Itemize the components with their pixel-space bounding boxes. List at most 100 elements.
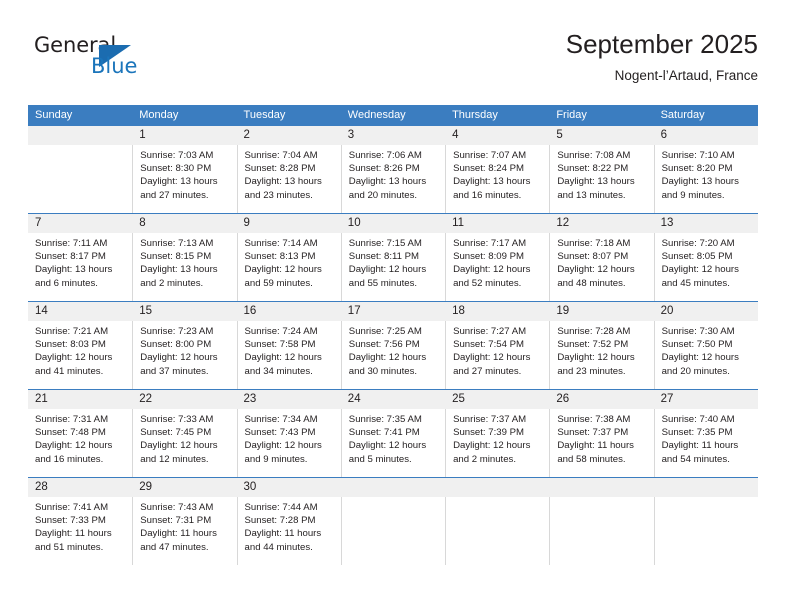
day-number: 24 (347, 393, 361, 405)
daylight-text-line2: and 20 minutes. (348, 189, 418, 201)
sunset-text: Sunset: 7:45 PM (140, 427, 212, 439)
sunrise-text: Sunrise: 7:21 AM (35, 326, 109, 337)
day-cell[interactable] (445, 497, 549, 565)
daylight-text-line1: Daylight: 11 hours (35, 528, 112, 540)
day-number: 25 (452, 393, 465, 405)
day-cell[interactable]: Sunrise: 7:03 AM Sunset: 8:30 PM Dayligh… (132, 145, 236, 213)
day-number: 7 (35, 217, 42, 229)
sunset-text: Sunset: 7:39 PM (453, 427, 524, 439)
sunrise-text: Sunrise: 7:38 AM (557, 414, 631, 425)
week-day-number-band: 7 8 9 10 11 12 13 (28, 214, 758, 233)
sunrise-text: Sunrise: 7:41 AM (35, 502, 109, 513)
sunrise-text: Sunrise: 7:11 AM (35, 238, 108, 249)
sunset-text: Sunset: 7:58 PM (244, 339, 316, 351)
day-number: 28 (35, 481, 48, 493)
daylight-text-line2: and 37 minutes. (140, 365, 209, 377)
weekday-header-tuesday: Tuesday (243, 109, 286, 121)
day-number (28, 126, 132, 145)
day-cell[interactable]: Sunrise: 7:15 AM Sunset: 8:11 PM Dayligh… (340, 233, 445, 301)
sunset-text: Sunset: 8:26 PM (348, 163, 420, 175)
daylight-text-line1: Daylight: 12 hours (244, 352, 322, 364)
day-number: 12 (556, 217, 570, 229)
daylight-text-line1: Daylight: 12 hours (140, 352, 218, 364)
day-cell[interactable]: Sunrise: 7:30 AM Sunset: 7:50 PM Dayligh… (653, 321, 758, 389)
day-cell[interactable]: Sunrise: 7:33 AM Sunset: 7:45 PM Dayligh… (132, 409, 236, 477)
daylight-text-line2: and 6 minutes. (35, 277, 98, 289)
day-cell[interactable]: Sunrise: 7:40 AM Sunset: 7:35 PM Dayligh… (653, 409, 758, 477)
daylight-text-line2: and 59 minutes. (244, 277, 313, 289)
day-cell[interactable]: Sunrise: 7:21 AM Sunset: 8:03 PM Dayligh… (28, 321, 132, 389)
page-title: September 2025 (565, 29, 758, 59)
day-cell[interactable]: Sunrise: 7:34 AM Sunset: 7:43 PM Dayligh… (236, 409, 341, 477)
sunset-text: Sunset: 7:35 PM (661, 427, 733, 439)
daylight-text-line2: and 12 minutes. (140, 453, 209, 465)
sunrise-text: Sunrise: 7:13 AM (140, 238, 214, 249)
daylight-text-line2: and 5 minutes. (348, 453, 412, 465)
day-cell[interactable]: Sunrise: 7:11 AM Sunset: 8:17 PM Dayligh… (28, 233, 132, 301)
sunset-text: Sunset: 7:50 PM (661, 339, 733, 351)
daylight-text-line1: Daylight: 13 hours (140, 264, 218, 276)
day-cell[interactable]: Sunrise: 7:37 AM Sunset: 7:39 PM Dayligh… (445, 409, 549, 477)
day-number: 18 (452, 305, 465, 317)
page-subtitle: Nogent-l’Artaud, France (614, 68, 758, 83)
day-number (341, 478, 445, 497)
sunset-text: Sunset: 7:43 PM (244, 427, 316, 439)
daylight-text-line2: and 16 minutes. (453, 189, 522, 201)
sunset-text: Sunset: 8:11 PM (348, 251, 420, 263)
sunset-text: Sunset: 7:33 PM (35, 515, 106, 527)
sunrise-text: Sunrise: 7:18 AM (557, 238, 631, 249)
daylight-text-line1: Daylight: 11 hours (557, 440, 634, 452)
day-cell[interactable]: Sunrise: 7:18 AM Sunset: 8:07 PM Dayligh… (549, 233, 653, 301)
sunrise-text: Sunrise: 7:40 AM (661, 414, 735, 425)
day-cell[interactable]: Sunrise: 7:20 AM Sunset: 8:05 PM Dayligh… (653, 233, 758, 301)
sunrise-text: Sunrise: 7:04 AM (244, 150, 318, 161)
day-cell[interactable]: Sunrise: 7:27 AM Sunset: 7:54 PM Dayligh… (445, 321, 549, 389)
day-cell[interactable]: Sunrise: 7:41 AM Sunset: 7:33 PM Dayligh… (28, 497, 132, 565)
day-cell[interactable]: Sunrise: 7:35 AM Sunset: 7:41 PM Dayligh… (340, 409, 445, 477)
daylight-text-line1: Daylight: 12 hours (661, 352, 739, 364)
sunset-text: Sunset: 8:05 PM (661, 251, 733, 263)
day-cell[interactable]: Sunrise: 7:23 AM Sunset: 8:00 PM Dayligh… (132, 321, 236, 389)
daylight-text-line2: and 27 minutes. (453, 365, 522, 377)
daylight-text-line2: and 2 minutes. (453, 453, 516, 465)
daylight-text-line2: and 13 minutes. (557, 189, 626, 201)
day-cell[interactable]: Sunrise: 7:24 AM Sunset: 7:58 PM Dayligh… (236, 321, 341, 389)
sunset-text: Sunset: 8:17 PM (35, 251, 106, 263)
daylight-text-line1: Daylight: 12 hours (453, 352, 531, 364)
day-cell[interactable] (340, 497, 445, 565)
day-cell[interactable]: Sunrise: 7:17 AM Sunset: 8:09 PM Dayligh… (445, 233, 549, 301)
sunset-text: Sunset: 7:48 PM (35, 427, 106, 439)
daylight-text-line1: Daylight: 13 hours (244, 176, 322, 188)
day-cell[interactable] (549, 497, 653, 565)
sunset-text: Sunset: 7:41 PM (348, 427, 420, 439)
day-number: 13 (660, 217, 674, 229)
day-cell[interactable]: Sunrise: 7:07 AM Sunset: 8:24 PM Dayligh… (445, 145, 549, 213)
weekday-header-row: Sunday Monday Tuesday Wednesday Thursday… (28, 105, 758, 125)
calendar-week-row: 1 2 3 4 5 6 Sunrise: 7:03 AM Sunset: 8:3… (28, 125, 758, 213)
day-cell[interactable]: Sunrise: 7:31 AM Sunset: 7:48 PM Dayligh… (28, 409, 132, 477)
daylight-text-line2: and 51 minutes. (35, 541, 104, 553)
day-cell[interactable] (653, 497, 758, 565)
daylight-text-line1: Daylight: 12 hours (453, 264, 531, 276)
day-cell[interactable]: Sunrise: 7:38 AM Sunset: 7:37 PM Dayligh… (549, 409, 653, 477)
daylight-text-line2: and 47 minutes. (140, 541, 209, 553)
day-cell[interactable] (28, 145, 132, 213)
day-cell[interactable]: Sunrise: 7:13 AM Sunset: 8:15 PM Dayligh… (132, 233, 236, 301)
day-cell[interactable]: Sunrise: 7:25 AM Sunset: 7:56 PM Dayligh… (340, 321, 445, 389)
sunrise-text: Sunrise: 7:17 AM (453, 238, 527, 249)
sunset-text: Sunset: 8:09 PM (453, 251, 524, 263)
day-cell[interactable]: Sunrise: 7:08 AM Sunset: 8:22 PM Dayligh… (549, 145, 653, 213)
daylight-text-line2: and 45 minutes. (661, 277, 730, 289)
day-cell[interactable]: Sunrise: 7:06 AM Sunset: 8:26 PM Dayligh… (340, 145, 445, 213)
day-cell[interactable]: Sunrise: 7:14 AM Sunset: 8:13 PM Dayligh… (236, 233, 341, 301)
day-cell[interactable]: Sunrise: 7:10 AM Sunset: 8:20 PM Dayligh… (653, 145, 758, 213)
sunrise-text: Sunrise: 7:34 AM (244, 414, 318, 425)
day-cell[interactable]: Sunrise: 7:28 AM Sunset: 7:52 PM Dayligh… (549, 321, 653, 389)
calendar-grid: Sunday Monday Tuesday Wednesday Thursday… (28, 105, 758, 565)
daylight-text-line2: and 23 minutes. (557, 365, 626, 377)
day-cell[interactable]: Sunrise: 7:44 AM Sunset: 7:28 PM Dayligh… (236, 497, 341, 565)
daylight-text-line2: and 54 minutes. (661, 453, 730, 465)
brand-logo[interactable]: General Blue (34, 33, 204, 85)
day-cell[interactable]: Sunrise: 7:43 AM Sunset: 7:31 PM Dayligh… (132, 497, 236, 565)
day-cell[interactable]: Sunrise: 7:04 AM Sunset: 8:28 PM Dayligh… (236, 145, 341, 213)
